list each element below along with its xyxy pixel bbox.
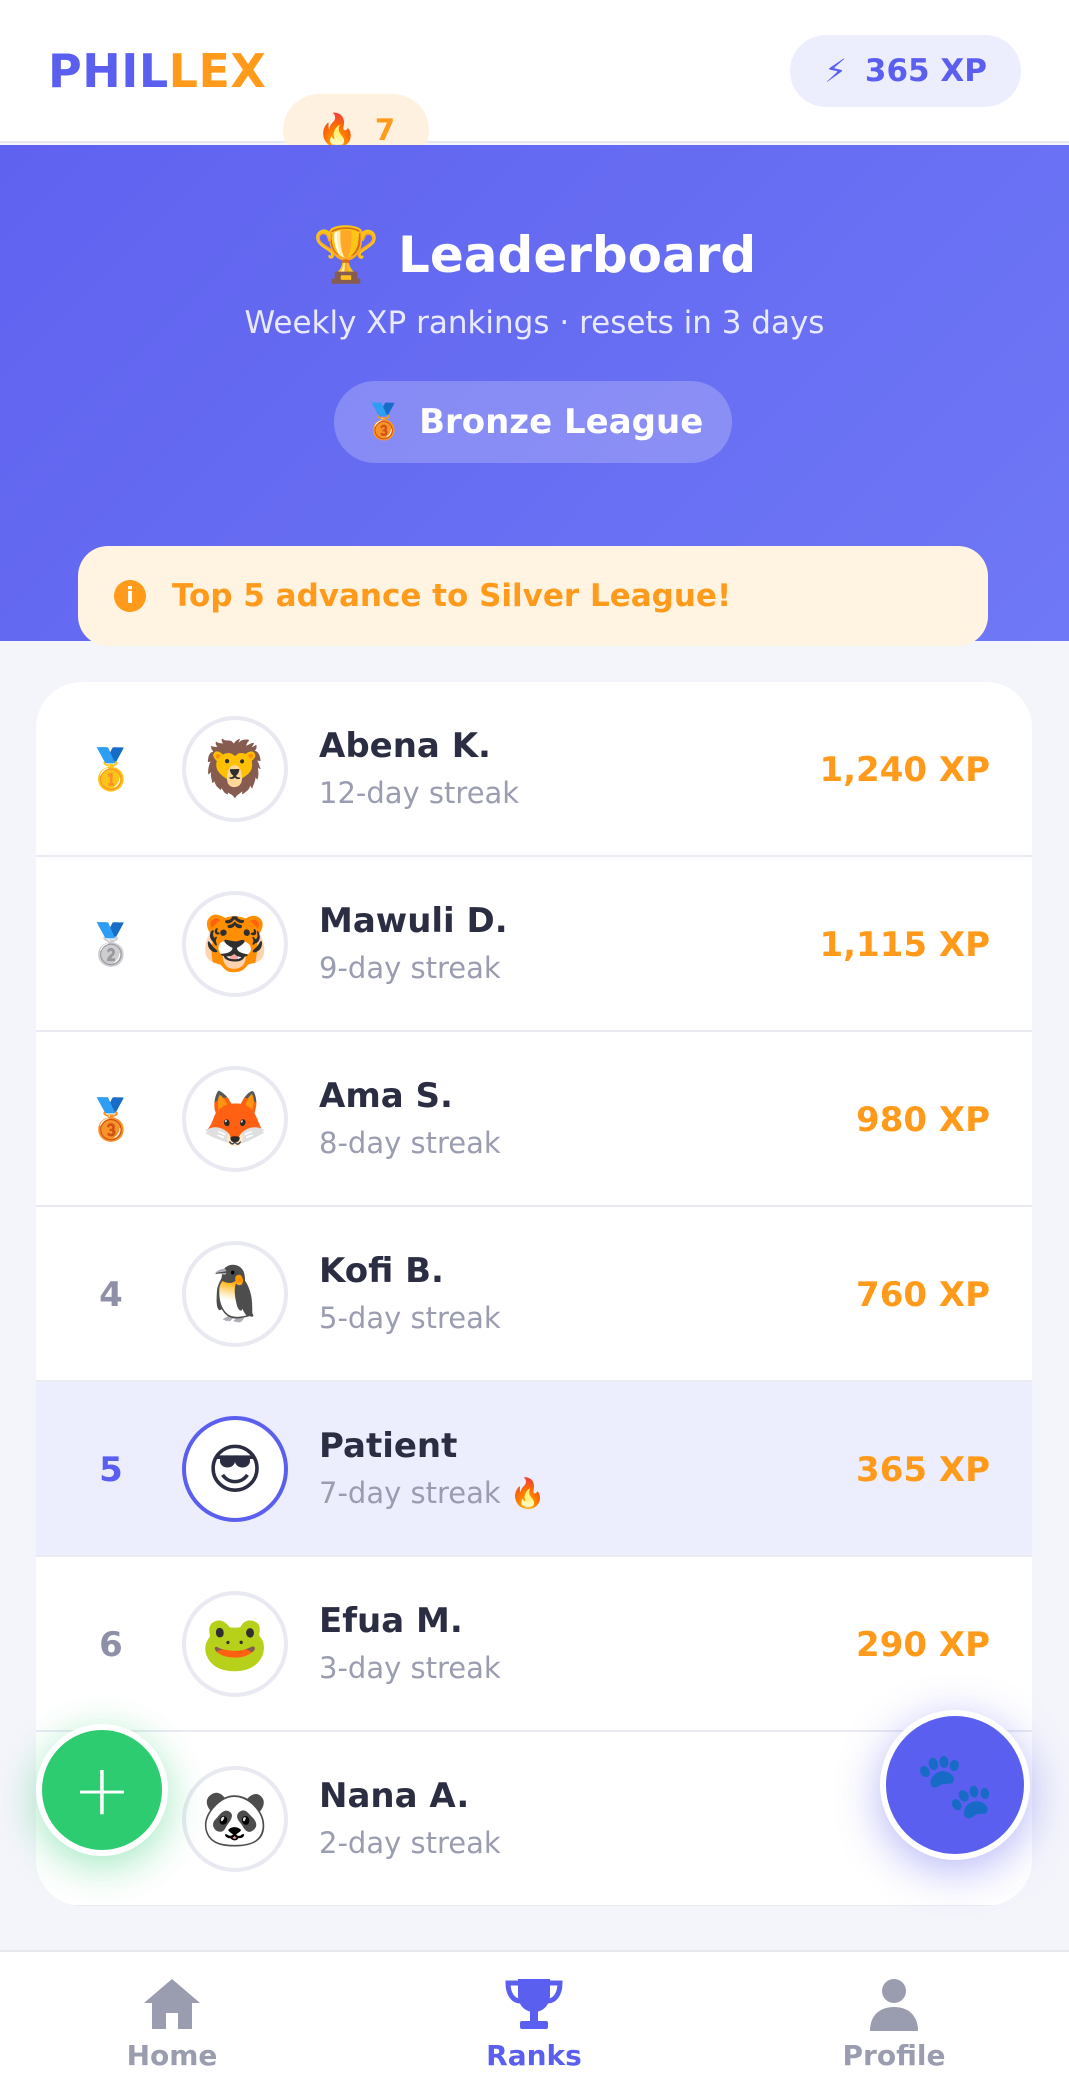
- rank-medal-icon: 🥈: [76, 857, 146, 1032]
- rank-medal-icon: 🥇: [76, 682, 146, 857]
- leaderboard-row[interactable]: 🥈 🐯 Mawuli D. 9-day streak 1,115 XP: [36, 857, 1032, 1032]
- rank-value: 🥈: [86, 922, 136, 968]
- league-badge[interactable]: 🥉 Bronze League: [334, 381, 732, 463]
- rank-number: 5: [76, 1382, 146, 1557]
- user-xp: 1,240 XP: [819, 749, 990, 790]
- user-name: Kofi B.: [319, 1251, 444, 1291]
- leaderboard-row[interactable]: 🥉 🦊 Ama S. 8-day streak 980 XP: [36, 1032, 1032, 1207]
- page-title: 🏆 Leaderboard: [0, 223, 1069, 287]
- xp-badge[interactable]: ⚡ 365 XP: [790, 34, 1021, 107]
- nav-home[interactable]: Home: [52, 1952, 292, 2093]
- app-logo[interactable]: PHILLEX: [48, 44, 266, 98]
- avatar[interactable]: 😎: [182, 1416, 288, 1522]
- user-xp: 1,115 XP: [819, 924, 990, 965]
- promotion-notice: i Top 5 advance to Silver League!: [78, 546, 988, 646]
- rank-number: 6: [76, 1557, 146, 1732]
- trophy-icon: [505, 1979, 563, 2029]
- add-button[interactable]: +: [36, 1724, 168, 1856]
- rank-value: 5: [99, 1449, 123, 1490]
- plus-icon: +: [72, 1749, 132, 1831]
- user-name: Ama S.: [319, 1076, 453, 1116]
- page-subtitle: Weekly XP rankings · resets in 3 days: [244, 305, 825, 341]
- streak-count: 7: [374, 113, 396, 147]
- leaderboard-row[interactable]: 4 🐧 Kofi B. 5-day streak 760 XP: [36, 1207, 1032, 1382]
- user-name: Efua M.: [319, 1601, 463, 1641]
- avatar-emoji-icon: 🐼: [201, 1787, 269, 1850]
- avatar-emoji-icon: 🐧: [201, 1262, 269, 1325]
- user-xp: 980 XP: [856, 1099, 990, 1140]
- rank-number: 4: [76, 1207, 146, 1382]
- leaderboard-row[interactable]: 6 🐸 Efua M. 3-day streak 290 XP: [36, 1557, 1032, 1732]
- avatar-emoji-icon: 🐯: [201, 912, 269, 975]
- bronze-medal-icon: 🥉: [362, 402, 406, 442]
- trophy-icon: 🏆: [312, 223, 381, 286]
- avatar[interactable]: 🦊: [182, 1066, 288, 1172]
- avatar[interactable]: 🐸: [182, 1591, 288, 1697]
- nav-home-label: Home: [126, 2039, 218, 2072]
- avatar-emoji-icon: 🦁: [201, 737, 269, 800]
- user-streak: 12-day streak: [319, 776, 520, 810]
- user-streak: 7-day streak 🔥: [319, 1476, 546, 1510]
- xp-total: 365 XP: [864, 52, 987, 89]
- leaderboard-row-current-user[interactable]: 5 😎 Patient 7-day streak 🔥 365 XP: [36, 1382, 1032, 1557]
- lightning-icon: ⚡: [824, 51, 847, 90]
- user-xp: 365 XP: [856, 1449, 990, 1490]
- user-streak: 3-day streak: [319, 1651, 501, 1685]
- logo-part-1: PHIL: [48, 43, 169, 98]
- avatar-emoji-icon: 😎: [206, 1437, 264, 1501]
- nav-ranks[interactable]: Ranks: [414, 1952, 654, 2093]
- avatar[interactable]: 🦁: [182, 716, 288, 822]
- user-name: Patient: [319, 1426, 458, 1466]
- nav-profile[interactable]: Profile: [774, 1952, 1014, 2093]
- rank-value: 🥇: [86, 747, 136, 793]
- user-icon: [870, 1979, 918, 2031]
- leaderboard-list: 🥇 🦁 Abena K. 12-day streak 1,240 XP 🥈 🐯 Mawuli …: [36, 682, 1032, 1906]
- top-bar: PHILLEX 🔥 7 ⚡ 365 XP: [0, 0, 1069, 166]
- logo-part-2: LEX: [168, 43, 267, 98]
- notice-text: Top 5 advance to Silver League!: [172, 578, 732, 614]
- user-name: Mawuli D.: [319, 901, 508, 941]
- avatar[interactable]: 🐼: [182, 1766, 288, 1872]
- leaderboard-row[interactable]: 7🐼Nana A.2-day streak1: [36, 1732, 1032, 1906]
- avatar-emoji-icon: 🐸: [201, 1612, 269, 1675]
- info-icon: i: [114, 580, 146, 612]
- rank-value: 6: [99, 1624, 123, 1665]
- bottom-nav: Home Ranks Profile: [0, 1950, 1069, 2093]
- stats-pills: 🔥 7 ⚡ 365 XP: [283, 34, 1021, 166]
- page-title-text: Leaderboard: [398, 226, 757, 284]
- user-xp: 290 XP: [856, 1624, 990, 1665]
- user-name: Nana A.: [319, 1776, 470, 1816]
- user-streak: 8-day streak: [319, 1126, 501, 1160]
- avatar-emoji-icon: 🦊: [201, 1087, 269, 1150]
- user-streak: 5-day streak: [319, 1301, 501, 1335]
- home-icon: [144, 1979, 200, 2029]
- pet-button[interactable]: 🐾: [880, 1710, 1030, 1860]
- avatar[interactable]: 🐯: [182, 891, 288, 997]
- nav-ranks-label: Ranks: [486, 2039, 582, 2072]
- rank-value: 4: [99, 1274, 123, 1315]
- rank-medal-icon: 🥉: [76, 1032, 146, 1207]
- rank-value: 🥉: [86, 1097, 136, 1143]
- league-label: Bronze League: [419, 402, 704, 442]
- paw-icon: 🐾: [915, 1748, 995, 1823]
- user-xp: 760 XP: [856, 1274, 990, 1315]
- avatar[interactable]: 🐧: [182, 1241, 288, 1347]
- user-streak: 2-day streak: [319, 1826, 501, 1860]
- fire-icon: 🔥: [317, 111, 357, 149]
- leaderboard-row[interactable]: 🥇 🦁 Abena K. 12-day streak 1,240 XP: [36, 682, 1032, 857]
- user-name: Abena K.: [319, 726, 491, 766]
- nav-profile-label: Profile: [842, 2039, 946, 2072]
- user-streak: 9-day streak: [319, 951, 501, 985]
